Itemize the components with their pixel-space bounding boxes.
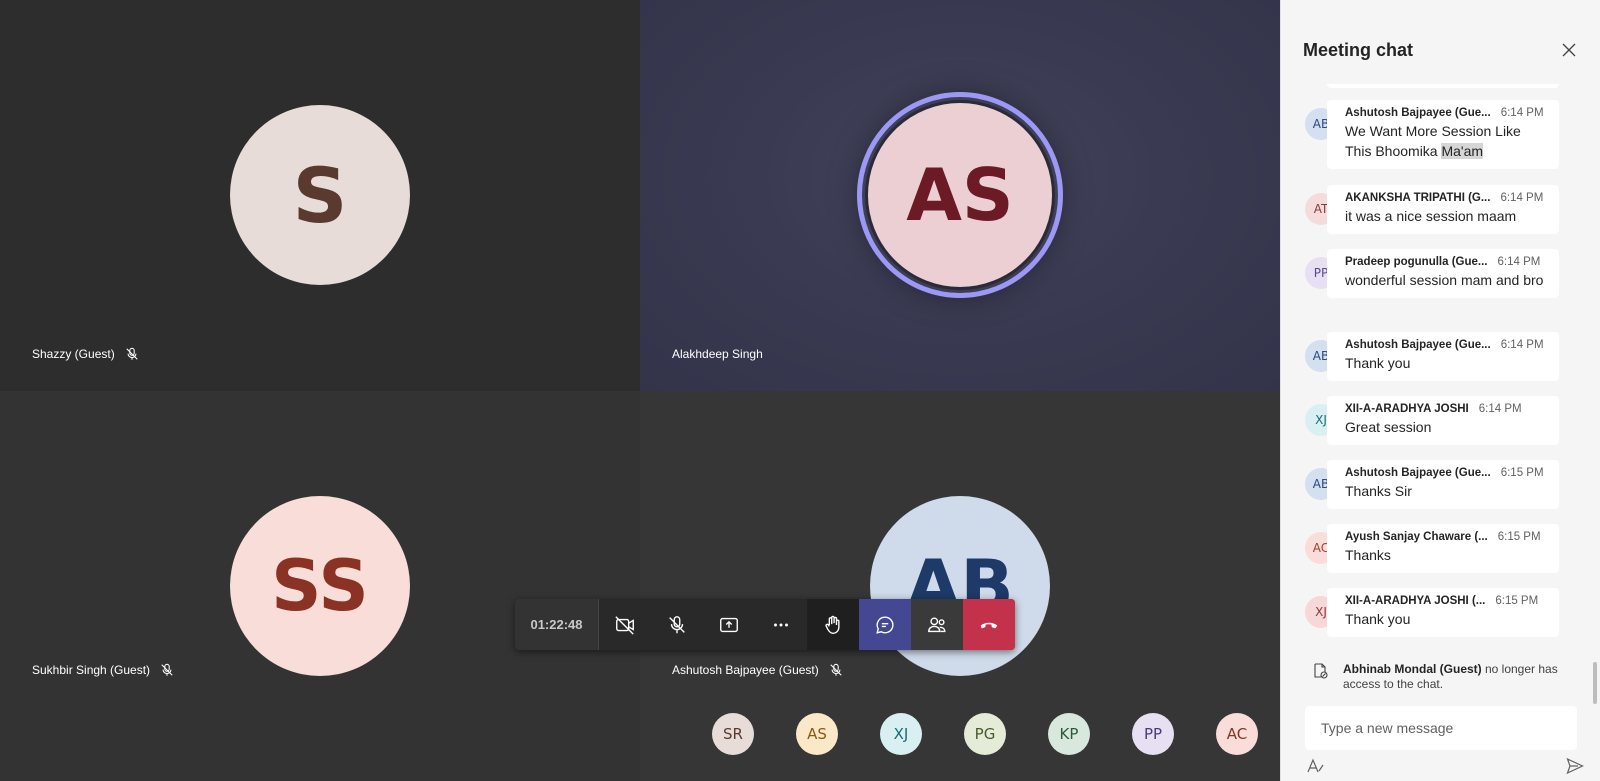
participant-name-label: Sukhbir Singh (Guest) [32,663,174,677]
attendee-strip: SR AS XJ PG KP PP AC [712,713,1258,755]
message-time: 6:15 PM [1497,531,1541,543]
message-text-part: We Want More Session Like This Bhoomika [1345,123,1521,159]
chat-message[interactable]: AKANKSHA TRIPATHI (G... 6:14 PM it was a … [1327,185,1559,234]
camera-off-icon [615,615,634,635]
meeting-timer: 01:22:48 [515,599,599,650]
chat-message[interactable]: Ashutosh Bajpayee (Gue... 6:14 PM Thank y… [1327,332,1559,381]
message-sender: Ashutosh Bajpayee (Gue... [1345,107,1491,119]
participant-avatar: AS [865,100,1055,290]
mic-off-icon [669,615,685,633]
participant-avatar: SS [230,496,410,676]
message-sender: Ashutosh Bajpayee (Gue... [1345,339,1491,351]
chat-message[interactable]: XII-A-ARADHYA JOSHI 6:14 PM Great session [1327,396,1559,445]
attendee-avatar[interactable]: AS [796,713,838,755]
message-time: 6:14 PM [1500,339,1544,351]
mic-off-icon [161,663,173,676]
close-icon[interactable] [1561,42,1577,58]
video-tile-shazzy[interactable]: S Shazzy (Guest) [0,0,640,391]
previous-message-stub [1327,84,1559,88]
video-tile-alakhdeep[interactable]: AS Alakhdeep Singh [640,0,1280,391]
mic-toggle-button[interactable] [651,599,703,650]
participant-name-label: Shazzy (Guest) [32,347,139,361]
message-sender: Ayush Sanjay Chaware (... [1345,531,1488,543]
more-options-button[interactable] [755,599,807,650]
participant-name-label: Ashutosh Bajpayee (Guest) [672,663,843,677]
hang-up-button[interactable] [963,599,1015,650]
chat-message-list[interactable]: AB Ashutosh Bajpayee (Gue... 6:14 PM We W… [1281,84,1600,694]
chat-message[interactable]: Pradeep pogunulla (Gue... 6:14 PM wonderf… [1327,249,1559,298]
chat-icon [876,616,894,634]
format-icon[interactable] [1305,756,1325,776]
share-screen-button[interactable] [703,599,755,650]
participants-icon [928,616,946,632]
attendee-avatar[interactable]: KP [1048,713,1090,755]
chat-title: Meeting chat [1303,40,1414,60]
message-text: We Want More Session Like This Bhoomika … [1345,121,1547,161]
notice-user-name: Abhinab Mondal (Guest) [1343,662,1482,676]
system-notice: Abhinab Mondal (Guest) no longer has acc… [1311,662,1581,692]
message-time: 6:14 PM [1497,256,1541,268]
message-text: Thanks [1345,547,1391,563]
chat-scrollbar[interactable] [1593,662,1597,704]
meeting-control-bar: 01:22:48 [515,599,1015,650]
attendee-avatar[interactable]: SR [712,713,754,755]
chat-toggle-button[interactable] [859,599,911,650]
attendee-avatar[interactable]: XJ [880,713,922,755]
raise-hand-button[interactable] [807,599,859,650]
message-time: 6:14 PM [1500,107,1544,119]
send-icon[interactable] [1565,756,1585,776]
message-sender: XII-A-ARADHYA JOSHI [1345,403,1469,415]
participant-name: Shazzy (Guest) [32,347,115,361]
message-time: 6:15 PM [1495,595,1539,607]
share-screen-icon [720,617,738,632]
message-text-highlight: Ma'am [1441,143,1484,159]
video-stage: S Shazzy (Guest) AS Alakhdeep Singh SS S… [0,0,1280,781]
message-text: it was a nice session maam [1345,208,1517,224]
chat-message[interactable]: Ashutosh Bajpayee (Gue... 6:15 PM Thanks … [1327,460,1559,509]
hang-up-icon [980,622,998,628]
attendee-avatar[interactable]: AC [1216,713,1258,755]
message-time: 6:14 PM [1500,192,1544,204]
message-text: Thanks Sir [1345,483,1412,499]
participant-name-label: Alakhdeep Singh [672,347,763,361]
message-sender: AKANKSHA TRIPATHI (G... [1345,192,1491,204]
message-input[interactable] [1321,720,1561,736]
compose-box[interactable] [1305,706,1577,750]
raise-hand-icon [825,615,840,634]
message-time: 6:15 PM [1500,467,1544,479]
participant-name: Ashutosh Bajpayee (Guest) [672,663,819,677]
camera-toggle-button[interactable] [599,599,651,650]
chat-message[interactable]: Ashutosh Bajpayee (Gue... 6:14 PM We Want… [1327,100,1559,169]
participant-name: Sukhbir Singh (Guest) [32,663,151,677]
chat-header: Meeting chat [1281,0,1600,82]
participant-avatar: S [230,105,410,285]
message-time: 6:14 PM [1478,403,1522,415]
chat-message[interactable]: XII-A-ARADHYA JOSHI (... 6:15 PM Thank yo… [1327,588,1559,637]
chat-message[interactable]: Ayush Sanjay Chaware (... 6:15 PM Thanks [1327,524,1559,573]
message-sender: Pradeep pogunulla (Gue... [1345,256,1488,268]
attendee-avatar[interactable]: PG [964,713,1006,755]
chat-access-removed-icon [1314,663,1328,679]
message-text: Thank you [1345,355,1411,371]
meeting-chat-panel: Meeting chat AB Ashutosh Bajpayee (Gue..… [1280,0,1600,781]
message-text: Great session [1345,419,1432,435]
video-tile-sukhbir[interactable]: SS Sukhbir Singh (Guest) [0,391,640,781]
mic-off-icon [126,347,138,360]
message-text: wonderful session mam and bro [1345,272,1544,288]
more-options-icon [774,623,788,626]
message-text: Thank you [1345,611,1411,627]
participant-name: Alakhdeep Singh [672,347,763,361]
participants-button[interactable] [911,599,963,650]
mic-off-icon [830,663,842,676]
message-sender: XII-A-ARADHYA JOSHI (... [1345,595,1486,607]
attendee-avatar[interactable]: PP [1132,713,1174,755]
message-sender: Ashutosh Bajpayee (Gue... [1345,467,1491,479]
